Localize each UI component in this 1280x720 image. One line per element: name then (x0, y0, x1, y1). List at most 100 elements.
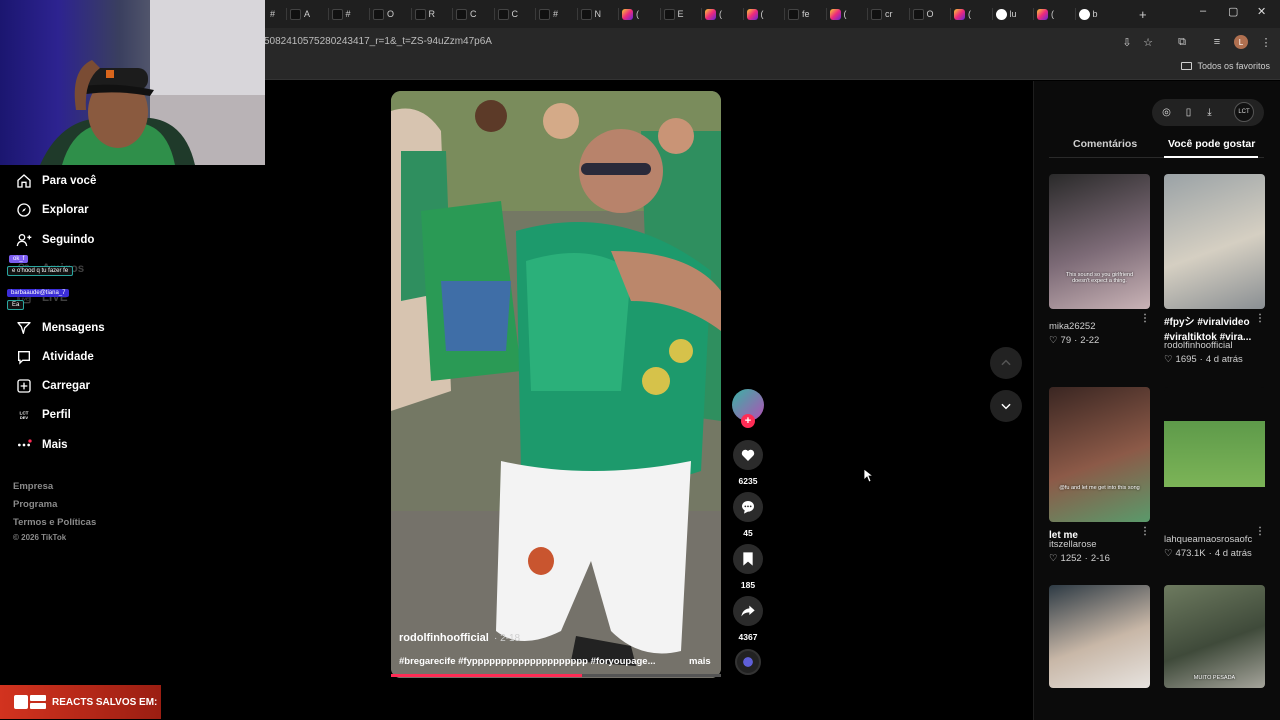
recommendation-thumbnail[interactable] (1049, 585, 1150, 688)
like-button[interactable] (733, 440, 763, 470)
browser-tab[interactable]: C (456, 6, 477, 22)
browser-tab[interactable]: ( (746, 6, 764, 22)
url-field[interactable]: 5082410575280243417_r=1&_t=ZS-94uZzm47p6… (264, 36, 492, 47)
extensions-icon[interactable]: ⧉ (1175, 35, 1189, 49)
chat-user: barbaaude@tiana_7 (7, 289, 70, 297)
recommendation-thumbnail[interactable] (1164, 174, 1265, 309)
browser-tab[interactable]: ( (622, 6, 639, 22)
minimize-icon[interactable]: – (1200, 5, 1206, 17)
tab-separator (1033, 8, 1034, 20)
nav-item-atividade[interactable]: Atividade (16, 347, 94, 367)
tab-suggested[interactable]: Você pode gostar (1168, 138, 1255, 150)
browser-tab[interactable]: # (331, 6, 351, 22)
nav-item-mais[interactable]: Mais (16, 435, 68, 455)
recommendation-likes: 473.1K (1175, 548, 1206, 559)
all-bookmarks-folder[interactable]: Todos os favoritos (1181, 61, 1270, 71)
tab-separator (701, 8, 702, 20)
browser-tab[interactable]: C (497, 6, 518, 22)
recommendation-thumbnail[interactable] (1164, 387, 1265, 522)
instagram-icon (829, 8, 841, 20)
instagram-icon (746, 8, 758, 20)
recommendation-author[interactable]: itszellarose (1049, 539, 1097, 550)
video-progress-bar[interactable] (391, 674, 721, 677)
sound-disc[interactable] (735, 649, 761, 675)
browser-tab[interactable]: cr (871, 6, 893, 22)
recommendation-author[interactable]: rodolfinhoofficial (1164, 340, 1232, 351)
panel-avatar[interactable]: LCT (1234, 102, 1254, 122)
google-icon (1078, 8, 1090, 20)
browser-tab[interactable]: E (663, 6, 684, 22)
caption-more-button[interactable]: mais (689, 656, 711, 667)
profile-avatar[interactable]: L (1234, 35, 1248, 49)
close-icon[interactable]: ✕ (1257, 5, 1266, 18)
recommendation-author[interactable]: mika26252 (1049, 321, 1095, 332)
browser-tab[interactable]: N (580, 6, 601, 22)
compass-tool-icon[interactable]: ◎ (1160, 106, 1173, 119)
nav-item-label: Mais (42, 438, 68, 451)
video-player[interactable] (391, 91, 721, 678)
browser-tab[interactable]: ( (954, 6, 971, 22)
more-options-icon[interactable]: ⋮ (1140, 526, 1150, 537)
nav-item-para-voc-[interactable]: Para você (16, 171, 96, 191)
download-icon[interactable]: ⤓ (1203, 106, 1216, 119)
browser-tab[interactable]: # (270, 6, 275, 22)
footer-link-program[interactable]: Programa (13, 499, 57, 510)
nav-item-perfil[interactable]: LCT DEV Perfil (16, 405, 70, 425)
more-options-icon[interactable]: ⋮ (1255, 526, 1265, 537)
recommendation-thumbnail[interactable]: MUITO PESADA (1164, 585, 1265, 688)
follow-button[interactable]: + (741, 414, 755, 428)
footer-link-terms[interactable]: Termos e Políticas (13, 517, 96, 528)
recommendation-thumbnail[interactable]: @fu and let me get into this song (1049, 387, 1150, 522)
nav-item-carregar[interactable]: Carregar (16, 376, 90, 396)
tiktok-icon (788, 8, 799, 20)
bookmark-star-icon[interactable]: ☆ (1141, 35, 1155, 49)
browser-tab[interactable]: ( (829, 6, 847, 22)
media-icon[interactable]: ≡ (1210, 35, 1224, 49)
chat-tag: ok_f (9, 255, 29, 263)
browser-tab[interactable]: ( (705, 6, 722, 22)
video-author[interactable]: rodolfinhoofficial (399, 632, 489, 644)
comment-count: 45 (743, 528, 753, 538)
more-options-icon[interactable]: ⋮ (1140, 313, 1150, 324)
install-icon[interactable]: ⇩ (1120, 35, 1134, 49)
instagram-icon (1037, 8, 1048, 20)
chrome-menu-icon[interactable]: ⋮ (1259, 35, 1273, 49)
browser-tab[interactable]: O (373, 6, 394, 22)
browser-tab[interactable]: lu (995, 6, 1017, 22)
tab-label: C (470, 9, 477, 19)
maximize-icon[interactable]: ▢ (1228, 5, 1238, 18)
browser-tab[interactable]: ( (1037, 6, 1054, 22)
next-video-button[interactable] (990, 390, 1022, 422)
nav-item-seguindo[interactable]: Seguindo (16, 230, 94, 250)
browser-tab[interactable]: R (414, 6, 435, 22)
recommendation-author[interactable]: lahqueamaosrosaofc (1164, 534, 1252, 545)
recommendation-thumbnail[interactable]: This sound so you girlfriend doesn't exp… (1049, 174, 1150, 309)
tiktok-icon (871, 8, 882, 20)
tab-comments[interactable]: Comentários (1073, 138, 1137, 150)
footer-link-company[interactable]: Empresa (13, 481, 53, 492)
browser-tab[interactable]: A (290, 6, 310, 22)
thumbnail-caption: MUITO PESADA (1193, 675, 1236, 681)
recommendation-date: 4 d atrás (1205, 354, 1243, 365)
nav-item-label: Para você (42, 175, 97, 187)
nav-item-explorar[interactable]: Explorar (16, 200, 89, 220)
more-options-icon[interactable]: ⋮ (1255, 313, 1265, 324)
share-button[interactable] (733, 596, 763, 626)
browser-tab[interactable]: fe (788, 6, 810, 22)
previous-video-button[interactable] (990, 347, 1022, 379)
reacts-banner: REACTS SALVOS EM: (0, 685, 161, 719)
tab-separator (784, 8, 785, 20)
browser-tab[interactable]: b (1078, 6, 1098, 22)
nav-item-mensagens[interactable]: Mensagens (16, 318, 105, 338)
tab-separator (1074, 8, 1076, 20)
heart-outline-icon: ♡ (1049, 553, 1058, 564)
tiktok-icon (373, 8, 384, 20)
browser-tab[interactable]: # (539, 6, 558, 22)
device-icon[interactable]: ▯ (1182, 106, 1195, 119)
home-icon (17, 174, 31, 188)
profile-icon: LCTDEV (19, 411, 28, 421)
comment-button[interactable] (733, 492, 763, 522)
save-button[interactable] (733, 544, 763, 574)
new-tab-button[interactable]: + (1139, 6, 1147, 22)
browser-tab[interactable]: O (912, 6, 934, 22)
